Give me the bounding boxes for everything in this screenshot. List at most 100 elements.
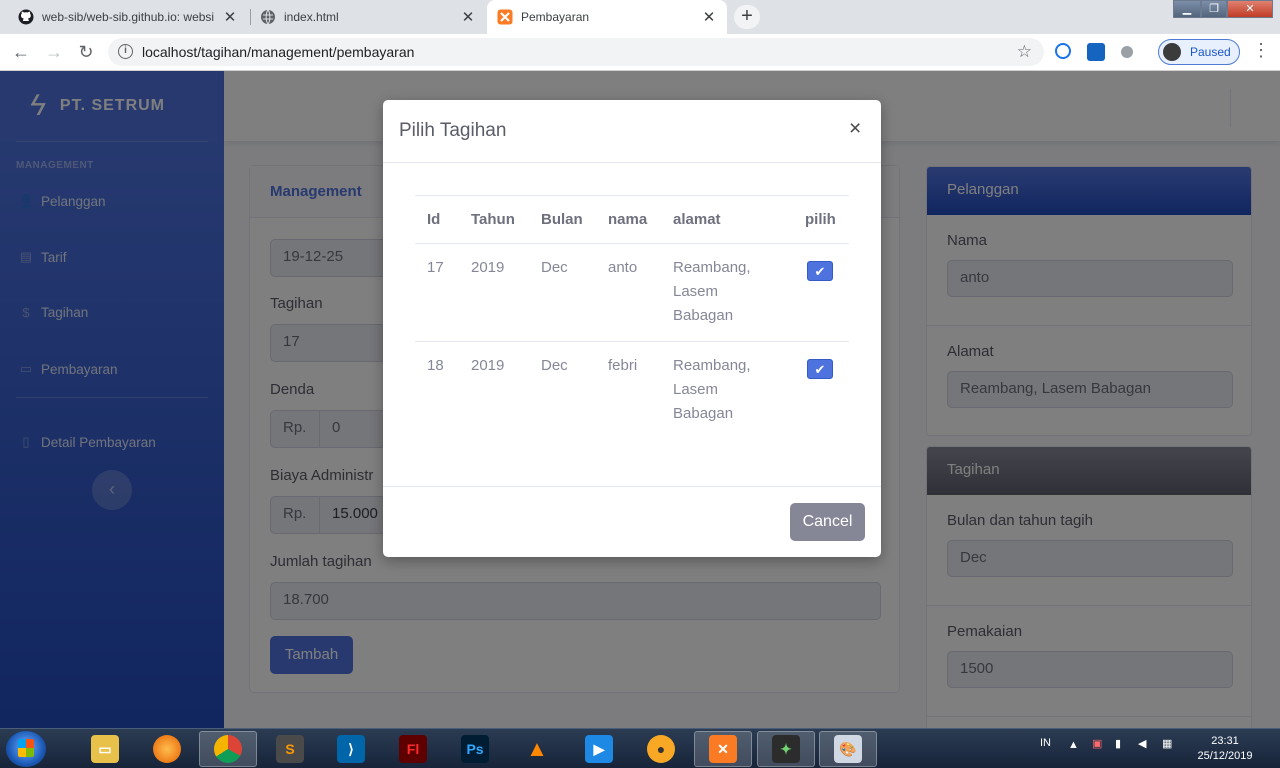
address-bar[interactable]: i localhost/tagihan/management/pembayara… <box>108 38 1044 66</box>
new-tab-button[interactable]: + <box>734 5 760 29</box>
cell-id: 18 <box>427 357 444 374</box>
modal-header: Pilih Tagihan × <box>383 100 881 163</box>
close-icon[interactable]: × <box>849 117 861 141</box>
tab-github[interactable]: web-sib/web-sib.github.io: websi ✕ <box>8 0 248 34</box>
tab-index-html[interactable]: index.html ✕ <box>250 0 486 34</box>
photoshop-icon: Ps <box>461 735 489 763</box>
close-icon[interactable]: ✕ <box>222 8 238 26</box>
git-icon: ✦ <box>772 735 800 763</box>
show-hidden-icons-icon[interactable]: ▲ <box>1068 739 1079 751</box>
paint-icon: 🎨 <box>834 735 862 763</box>
github-icon <box>18 9 34 25</box>
close-icon[interactable]: ✕ <box>460 8 476 26</box>
cancel-button[interactable]: Cancel <box>790 503 865 541</box>
play-icon: ▶ <box>585 735 613 763</box>
column-header-bulan: Bulan <box>541 211 583 228</box>
column-header-tahun: Tahun <box>471 211 515 228</box>
language-indicator[interactable]: IN <box>1040 737 1051 749</box>
taskbar-chrome[interactable] <box>199 731 257 767</box>
alamat-line: Lasem <box>673 283 719 300</box>
lock-icon: ● <box>647 735 675 763</box>
reload-icon[interactable]: ↻ <box>74 40 98 64</box>
tagihan-table: Id Tahun Bulan nama alamat pilih 17 2019… <box>415 195 849 438</box>
folder-icon: ▭ <box>91 735 119 763</box>
windows-taskbar: ▭ S ⟩ Fl Ps ▲ ▶ ● ✕ ✦ 🎨 IN ▲ ▣ ▮ ◀ ▦ 23:… <box>0 728 1280 768</box>
cell-nama: anto <box>608 259 638 276</box>
column-header-id: Id <box>427 211 441 228</box>
windows-logo-icon <box>18 739 34 757</box>
table-row: 18 2019 Dec febri Reambang, Lasem Babaga… <box>415 341 849 438</box>
globe-icon <box>260 9 276 25</box>
pilih-checkbox[interactable]: ✔ <box>807 359 833 379</box>
check-icon: ✔ <box>814 264 826 279</box>
network-warning-icon[interactable]: ▣ <box>1092 737 1102 750</box>
extension-icon[interactable] <box>1055 43 1071 59</box>
check-icon: ✔ <box>814 362 826 377</box>
cell-nama: febri <box>608 357 638 374</box>
cell-bulan: Dec <box>541 357 568 374</box>
taskbar-sublime[interactable]: S <box>261 731 319 767</box>
taskbar-flash[interactable]: Fl <box>384 731 442 767</box>
taskbar-vscode[interactable]: ⟩ <box>322 731 380 767</box>
extension-icon[interactable] <box>1087 43 1105 61</box>
firefox-icon <box>153 735 181 763</box>
xampp-icon <box>497 9 513 25</box>
tab-title: Pembayaran <box>521 10 590 24</box>
battery-icon[interactable]: ▦ <box>1162 737 1172 750</box>
signal-icon[interactable]: ▮ <box>1115 737 1121 750</box>
column-header-pilih: pilih <box>805 211 836 228</box>
clock-date: 25/12/2019 <box>1197 750 1253 762</box>
cell-id: 17 <box>427 259 444 276</box>
alamat-line: Babagan <box>673 307 734 324</box>
alamat-line: Reambang, <box>673 259 751 276</box>
back-arrow-icon[interactable]: ← <box>9 40 33 64</box>
volume-icon[interactable]: ◀ <box>1138 737 1146 750</box>
tab-title: index.html <box>284 10 339 24</box>
modal-title: Pilih Tagihan <box>399 120 507 141</box>
minimize-icon[interactable]: ▁ <box>1173 0 1201 18</box>
column-header-nama: nama <box>608 211 648 228</box>
cell-tahun: 2019 <box>471 357 505 374</box>
column-header-alamat: alamat <box>673 211 721 228</box>
modal-footer-divider <box>383 486 881 487</box>
vlc-icon: ▲ <box>526 736 548 761</box>
info-icon[interactable]: i <box>118 44 133 59</box>
sublime-icon: S <box>276 735 304 763</box>
alamat-line: Lasem <box>673 381 719 398</box>
clock-time: 23:31 <box>1211 735 1239 747</box>
flash-icon: Fl <box>399 735 427 763</box>
maximize-icon[interactable]: ❐ <box>1201 0 1227 18</box>
taskbar-vpn[interactable]: ● <box>632 731 690 767</box>
alamat-line: Babagan <box>673 405 734 422</box>
star-icon[interactable]: ☆ <box>1017 42 1032 62</box>
alamat-line: Reambang, <box>673 357 751 374</box>
profile-button[interactable]: Paused <box>1158 39 1240 65</box>
forward-arrow-icon[interactable]: → <box>42 40 66 64</box>
taskbar-paint[interactable]: 🎨 <box>819 731 877 767</box>
taskbar-photoshop[interactable]: Ps <box>446 731 504 767</box>
close-icon[interactable]: ✕ <box>701 8 717 26</box>
extension-icon[interactable] <box>1121 46 1133 58</box>
tab-pembayaran[interactable]: Pembayaran ✕ <box>487 0 727 34</box>
xampp-icon: ✕ <box>709 735 737 763</box>
tab-title: web-sib/web-sib.github.io: websi <box>42 10 215 24</box>
cell-tahun: 2019 <box>471 259 505 276</box>
system-clock[interactable]: 23:31 25/12/2019 <box>1194 734 1256 764</box>
taskbar-explorer[interactable]: ▭ <box>76 731 134 767</box>
more-menu-icon[interactable]: ⋮ <box>1252 40 1270 61</box>
chrome-icon <box>214 735 242 763</box>
window-controls: ▁ ❐ ✕ <box>1173 0 1273 18</box>
browser-tab-strip: web-sib/web-sib.github.io: websi ✕ index… <box>0 0 1280 34</box>
taskbar-vlc[interactable]: ▲ <box>508 731 566 767</box>
avatar <box>1163 43 1181 61</box>
cell-alamat: Reambang, Lasem Babagan <box>673 354 751 426</box>
taskbar-xampp[interactable]: ✕ <box>694 731 752 767</box>
window-close-icon[interactable]: ✕ <box>1227 0 1273 18</box>
table-header-row: Id Tahun Bulan nama alamat pilih <box>415 195 849 244</box>
start-button[interactable] <box>6 731 46 767</box>
taskbar-firefox[interactable] <box>138 731 196 767</box>
taskbar-git[interactable]: ✦ <box>757 731 815 767</box>
pilih-checkbox[interactable]: ✔ <box>807 261 833 281</box>
taskbar-video-player[interactable]: ▶ <box>570 731 628 767</box>
cell-alamat: Reambang, Lasem Babagan <box>673 256 751 328</box>
